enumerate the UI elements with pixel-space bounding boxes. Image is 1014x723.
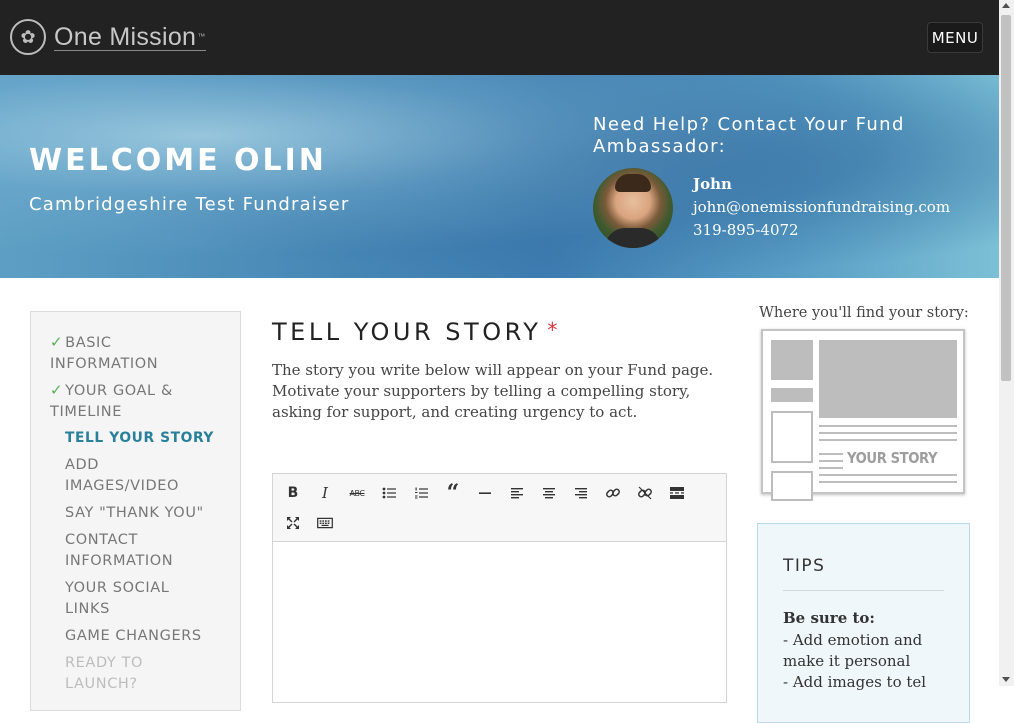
- check-icon: ✓: [50, 381, 64, 399]
- tip-item: - Add images to tel: [783, 673, 927, 691]
- editor-toolbar: B I ABC “: [273, 474, 726, 542]
- strikethrough-icon[interactable]: ABC: [345, 482, 369, 504]
- ambassador-email-link[interactable]: john@onemissionfundraising.com: [693, 198, 950, 216]
- fundraiser-name: Cambridgeshire Test Fundraiser: [29, 194, 350, 215]
- step-say-thank-you[interactable]: SAY "THANK YOU": [65, 503, 225, 524]
- numbered-list-icon[interactable]: [409, 482, 433, 504]
- step-goal-timeline[interactable]: ✓ YOUR GOAL & TIMELINE: [50, 380, 220, 423]
- ambassador-name: John: [693, 175, 732, 193]
- check-icon: ✓: [50, 333, 64, 351]
- menu-button[interactable]: MENU: [927, 22, 983, 53]
- align-center-icon[interactable]: [537, 482, 561, 504]
- step-basic-information[interactable]: ✓ BASIC INFORMATION: [50, 332, 220, 375]
- story-description: The story you write below will appear on…: [272, 361, 714, 421]
- align-left-icon[interactable]: [505, 482, 529, 504]
- ambassador-phone[interactable]: 319-895-4072: [693, 221, 799, 239]
- fullscreen-icon[interactable]: [281, 512, 305, 534]
- step-ready-to-launch: READY TO LAUNCH?: [65, 655, 144, 692]
- story-location-preview: YOUR STORY: [761, 329, 965, 501]
- step-social-links[interactable]: YOUR SOCIAL LINKS: [65, 578, 215, 620]
- step-add-images-video[interactable]: ADD IMAGES/VIDEO: [65, 455, 215, 497]
- required-indicator: *: [547, 318, 561, 342]
- story-editor: B I ABC “: [272, 473, 727, 703]
- bold-icon[interactable]: B: [281, 482, 305, 504]
- step-tell-your-story[interactable]: TELL YOUR STORY: [65, 428, 235, 449]
- find-story-label: Where you'll find your story:: [759, 305, 969, 321]
- read-more-icon[interactable]: [665, 482, 689, 504]
- bulleted-list-icon[interactable]: [377, 482, 401, 504]
- tips-title: TIPS: [783, 556, 826, 576]
- logo-text: One Mission: [54, 22, 197, 51]
- keyboard-icon[interactable]: [313, 512, 337, 534]
- page-scrollbar[interactable]: [999, 0, 1014, 686]
- ambassador-avatar: [593, 168, 673, 248]
- scroll-down-arrow-icon[interactable]: [1002, 677, 1010, 682]
- step-contact-information[interactable]: CONTACT INFORMATION: [65, 530, 215, 572]
- tips-panel: TIPS Be sure to: - Add emotion and make …: [757, 523, 970, 723]
- unlink-icon[interactable]: [633, 482, 657, 504]
- link-icon[interactable]: [601, 482, 625, 504]
- logo-trademark: ™: [197, 31, 206, 41]
- tips-subtitle: Be sure to:: [783, 609, 875, 627]
- top-navbar: ✿ One Mission™ MENU: [0, 0, 999, 75]
- one-mission-logo[interactable]: ✿ One Mission™: [10, 19, 206, 55]
- scrollbar-thumb[interactable]: [1001, 15, 1011, 381]
- step-game-changers[interactable]: GAME CHANGERS: [65, 626, 225, 647]
- align-right-icon[interactable]: [569, 482, 593, 504]
- page-title: TELL YOUR STORY *: [272, 318, 561, 346]
- preview-story-label: YOUR STORY: [847, 449, 938, 467]
- tips-divider: [783, 590, 944, 591]
- horizontal-rule-icon[interactable]: [473, 482, 497, 504]
- welcome-heading: WELCOME OLIN: [29, 143, 327, 178]
- blockquote-icon[interactable]: “: [441, 480, 465, 506]
- help-title: Need Help? Contact Your Fund Ambassador:: [593, 114, 905, 157]
- story-text-area[interactable]: [273, 542, 726, 702]
- tip-item: - Add emotion and make it personal: [783, 631, 923, 670]
- tree-logo-icon: ✿: [10, 19, 46, 55]
- italic-icon[interactable]: I: [313, 482, 337, 504]
- scroll-up-arrow-icon[interactable]: [1002, 3, 1010, 8]
